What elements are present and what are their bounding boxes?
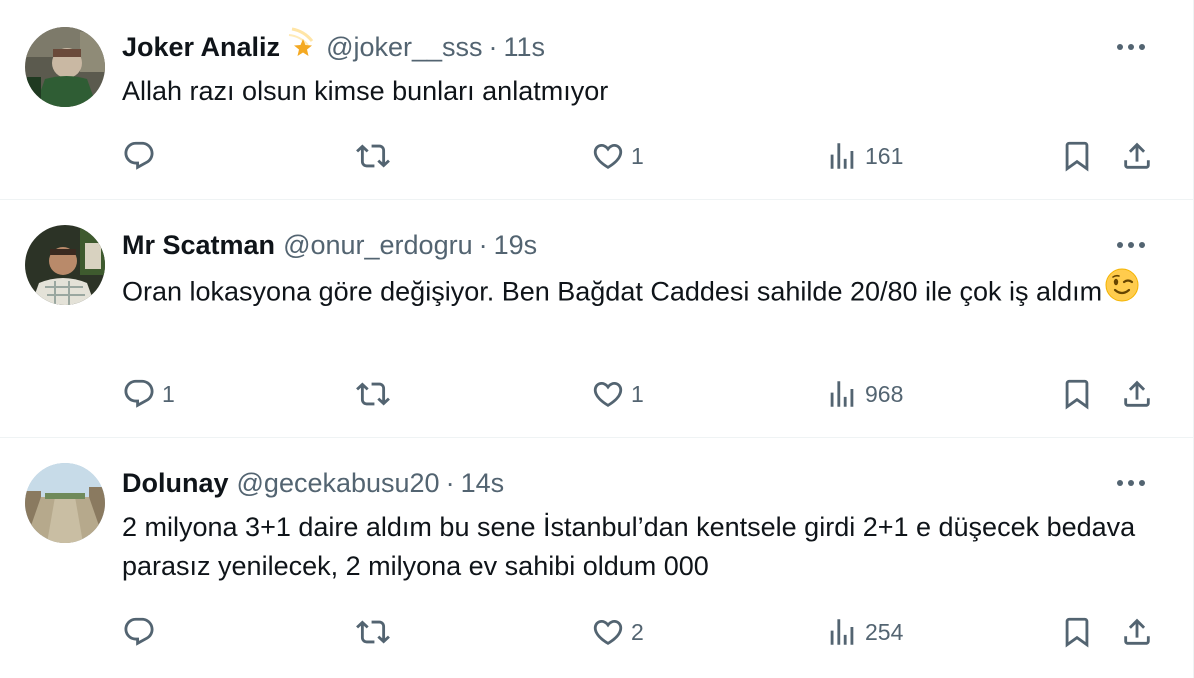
views-button[interactable]: 254 [825, 612, 903, 652]
more-icon[interactable] [1109, 27, 1153, 67]
share-icon [1120, 139, 1154, 173]
share-icon [1120, 615, 1154, 649]
retweet-icon [356, 377, 390, 411]
more-icon[interactable] [1109, 225, 1153, 265]
like-button[interactable]: 2 [591, 612, 644, 652]
like-icon [591, 377, 625, 411]
share-button[interactable] [1120, 136, 1154, 176]
tweet[interactable]: Joker Analiz @joker__sss · 11s Allah razı o… [0, 0, 1193, 200]
separator-dot: · [478, 230, 488, 260]
tweet-text: Oran lokasyona göre değişiyor. Ben Bağda… [122, 267, 1162, 317]
views-button[interactable]: 968 [825, 374, 903, 414]
bookmark-icon [1060, 377, 1094, 411]
more-icon[interactable] [1109, 463, 1153, 503]
share-icon [1120, 377, 1154, 411]
like-button[interactable]: 1 [591, 374, 644, 414]
views-icon [825, 615, 859, 649]
separator-dot: · [445, 468, 455, 498]
avatar[interactable] [25, 225, 105, 305]
tweet-text: 2 milyona 3+1 daire aldım bu sene İstanb… [122, 508, 1162, 586]
tweet-header: Mr Scatman @onur_erdogru · 19s [122, 225, 537, 265]
timestamp[interactable]: 14s [461, 468, 505, 498]
like-button[interactable]: 1 [591, 136, 644, 176]
share-button[interactable] [1120, 612, 1154, 652]
tweet[interactable]: Dolunay @gecekabusu20 · 14s 2 milyona 3+1 d… [0, 438, 1193, 678]
display-name[interactable]: Dolunay [122, 468, 229, 498]
views-button[interactable]: 161 [825, 136, 903, 176]
tweet-header: Joker Analiz @joker__sss · 11s [122, 27, 545, 67]
views-count: 161 [865, 142, 904, 169]
like-count: 2 [631, 618, 644, 645]
retweet-icon [356, 615, 390, 649]
share-button[interactable] [1120, 374, 1154, 414]
bookmark-icon [1060, 139, 1094, 173]
tweet-text-content: Allah razı olsun kimse bunları anlatmıyo… [122, 76, 609, 106]
bookmark-icon [1060, 615, 1094, 649]
timestamp[interactable]: 11s [504, 32, 546, 62]
reply-button[interactable] [122, 136, 162, 176]
handle[interactable]: @onur_erdogru [283, 230, 473, 260]
tweet[interactable]: Mr Scatman @onur_erdogru · 19s Oran lokasyo… [0, 200, 1193, 438]
reply-button[interactable] [122, 612, 162, 652]
display-name[interactable]: Joker Analiz [122, 32, 280, 62]
like-icon [591, 139, 625, 173]
bookmark-button[interactable] [1060, 374, 1094, 414]
tweet-feed: Joker Analiz @joker__sss · 11s Allah razı o… [0, 0, 1194, 678]
handle[interactable]: @joker__sss [326, 32, 482, 62]
retweet-icon [356, 139, 390, 173]
views-icon [825, 377, 859, 411]
avatar[interactable] [25, 27, 105, 107]
handle[interactable]: @gecekabusu20 [237, 468, 440, 498]
views-count: 968 [865, 380, 904, 407]
avatar[interactable] [25, 463, 105, 543]
reply-icon [122, 139, 156, 173]
views-icon [825, 139, 859, 173]
reply-count: 1 [162, 380, 175, 407]
retweet-button[interactable] [356, 136, 396, 176]
bookmark-button[interactable] [1060, 612, 1094, 652]
like-icon [591, 615, 625, 649]
display-name[interactable]: Mr Scatman [122, 230, 275, 260]
tweet-header: Dolunay @gecekabusu20 · 14s [122, 463, 504, 503]
tweet-text: Allah razı olsun kimse bunları anlatmıyo… [122, 72, 1162, 111]
like-count: 1 [631, 142, 644, 169]
views-count: 254 [865, 618, 904, 645]
shooting-star-emoji-icon [286, 25, 318, 68]
winking-face-emoji-icon [1104, 267, 1140, 314]
like-count: 1 [631, 380, 644, 407]
reply-button[interactable]: 1 [122, 374, 175, 414]
tweet-text-content: 2 milyona 3+1 daire aldım bu sene İstanb… [122, 512, 1136, 581]
reply-icon [122, 615, 156, 649]
bookmark-button[interactable] [1060, 136, 1094, 176]
reply-icon [122, 377, 156, 411]
separator-dot: · [488, 32, 498, 62]
timestamp[interactable]: 19s [494, 230, 538, 260]
retweet-button[interactable] [356, 612, 396, 652]
retweet-button[interactable] [356, 374, 396, 414]
tweet-text-content: Oran lokasyona göre değişiyor. Ben Bağda… [122, 276, 1103, 307]
